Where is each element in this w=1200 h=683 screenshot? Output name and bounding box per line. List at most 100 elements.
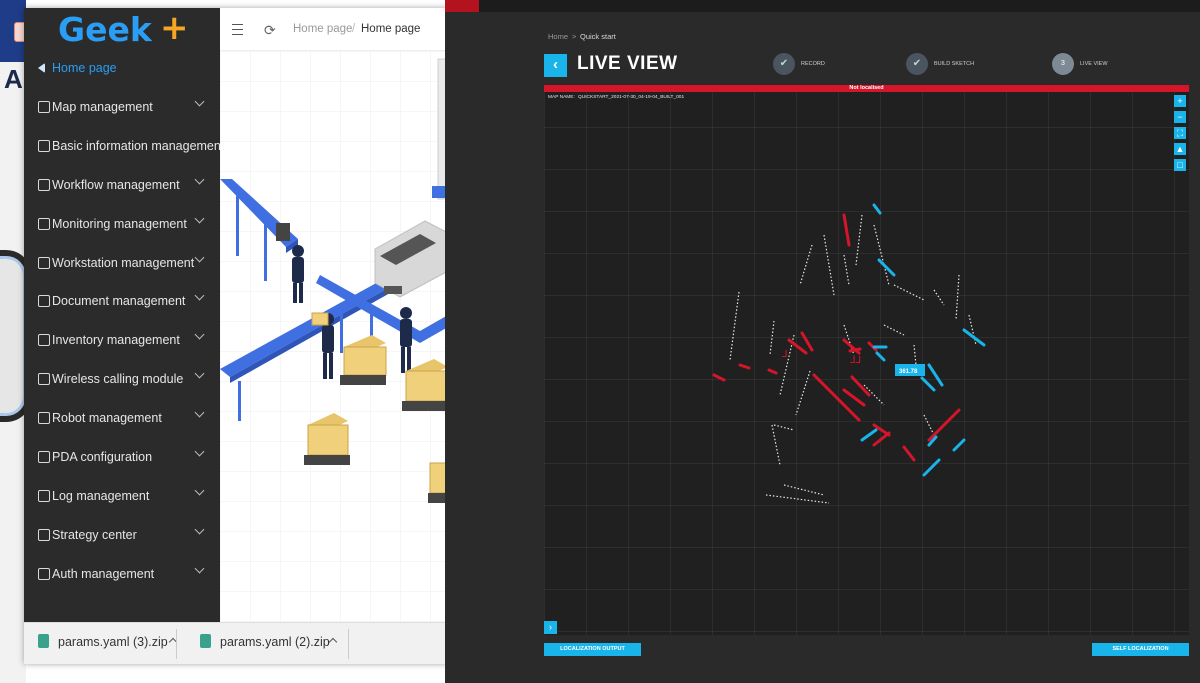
sidebar-item-label: Basic information management	[52, 138, 225, 153]
sidebar-item-home-page[interactable]: Home page	[24, 50, 220, 88]
sidebar-item-document-management[interactable]: Document management	[24, 283, 220, 321]
checkmark-icon: ✔	[906, 53, 928, 75]
sidebar-item-label: Wireless calling module	[52, 372, 184, 387]
chevron-down-icon	[194, 252, 205, 262]
breadcrumb-home[interactable]: Home	[548, 32, 568, 41]
sidebar-item-label: Strategy center	[52, 527, 137, 542]
chevron-down-icon	[194, 329, 205, 340]
sidebar-item-label: Auth management	[52, 566, 155, 581]
user-icon	[38, 567, 50, 580]
background-text-fragment: A	[4, 64, 23, 94]
inventory-icon	[38, 334, 50, 347]
map-name: QUICKSTART_2021-07-30_04-19-04_BUILT_001	[578, 95, 685, 100]
sidebar-item-inventory-management[interactable]: Inventory management	[24, 322, 220, 360]
sidebar-item-label: Workflow management	[52, 177, 180, 192]
svg-text:⅃: ⅃	[782, 349, 788, 360]
sidebar-item-map-management[interactable]: Map management	[24, 89, 220, 127]
warehouse-illustration	[220, 51, 448, 622]
geek-logo[interactable]: Geek +	[24, 8, 220, 50]
back-button[interactable]: ‹	[544, 54, 567, 77]
geek-app-window: Geek + Home page Map management Basic info…	[24, 8, 448, 664]
fit-icon[interactable]: ⛶	[1174, 127, 1186, 139]
breadcrumb-separator: /	[352, 23, 356, 35]
localization-alert: Not localised	[544, 85, 1189, 92]
sidebar-item-log-management[interactable]: Log management	[24, 478, 220, 516]
sidebar-item-label: Map management	[52, 99, 153, 114]
chevron-down-icon	[194, 213, 205, 224]
robot-icon	[38, 412, 50, 425]
logo-plus: +	[160, 8, 189, 48]
select-icon[interactable]: □	[1174, 159, 1186, 171]
sidebar-item-label: Document management	[52, 294, 186, 309]
sidebar-item-wireless-calling-module[interactable]: Wireless calling module	[24, 361, 220, 399]
sidebar-item-robot-management[interactable]: Robot management	[24, 400, 220, 438]
page-title: LIVE VIEW	[577, 53, 678, 74]
download-filename: params.yaml (3).zip	[58, 635, 168, 649]
sidebar-item-label: Monitoring management	[52, 216, 187, 231]
sidebar-item-monitoring-management[interactable]: Monitoring management	[24, 206, 220, 244]
live-view-window: Home > Quick start ‹ LIVE VIEW ✔ RECORD …	[445, 0, 1200, 683]
desktop-icon	[38, 256, 50, 269]
chevron-down-icon	[194, 407, 205, 418]
menu-toggle-icon[interactable]	[232, 24, 243, 35]
chevron-up-icon[interactable]	[328, 637, 338, 647]
breadcrumb-home[interactable]: Home page	[293, 23, 352, 35]
download-item[interactable]: params.yaml (3).zip	[38, 633, 188, 655]
top-bar-accent	[445, 0, 479, 12]
sidebar-item-label: Home page	[52, 61, 117, 75]
sidebar-item-label: PDA configuration	[52, 450, 153, 464]
step-label: BUILD SKETCH	[934, 61, 975, 67]
sidebar-item-basic-information-management[interactable]: Basic information management	[24, 128, 224, 166]
navigate-icon[interactable]: ▲	[1174, 143, 1186, 155]
map-canvas[interactable]: ⅃ ⅃⅃ 361.78 Not localised MAP NAME: QUIC…	[544, 85, 1189, 635]
background-device-image	[0, 250, 26, 422]
step-label: RECORD	[801, 61, 825, 67]
chevron-down-icon	[194, 563, 205, 574]
sidebar-item-pda-configuration[interactable]: PDA configuration	[24, 439, 220, 477]
chevron-left-icon: ‹	[553, 56, 558, 73]
download-bar: params.yaml (3).zip params.yaml (2).zip	[24, 622, 448, 664]
background-window-edge: A	[0, 0, 26, 683]
top-bar: ⟳ Home page / Home page	[220, 8, 448, 51]
sidebar-item-label: Log management	[52, 488, 150, 503]
pda-icon	[38, 451, 50, 463]
monitor-icon	[38, 217, 50, 230]
sidebar-item-label: Workstation management	[52, 255, 195, 270]
step-label: LIVE VIEW	[1080, 61, 1108, 67]
sidebar-item-auth-management[interactable]: Auth management	[24, 556, 220, 594]
svg-text:⅃⅃: ⅃⅃	[850, 355, 861, 366]
sidebar-item-workstation-management[interactable]: Workstation management	[24, 245, 220, 283]
chevron-down-icon	[194, 368, 205, 379]
cube-icon	[38, 139, 50, 152]
sidebar-item-label: Robot management	[52, 411, 162, 426]
zip-file-icon	[200, 634, 211, 648]
breadcrumb-separator: >	[572, 32, 577, 41]
download-item[interactable]: params.yaml (2).zip	[200, 633, 350, 655]
self-localization-button[interactable]: SELF LOCALIZATION	[1092, 643, 1189, 656]
expand-panel-button[interactable]: ›	[544, 621, 557, 634]
logo-text: Geek	[58, 10, 152, 49]
chevron-down-icon	[194, 485, 205, 496]
chevron-right-icon: ›	[549, 622, 552, 632]
divider	[348, 629, 349, 659]
map-name-label: MAP NAME:	[548, 95, 575, 100]
refresh-icon[interactable]: ⟳	[264, 22, 276, 39]
sidebar-item-workflow-management[interactable]: Workflow management	[24, 167, 220, 205]
zoom-out-icon[interactable]: −	[1174, 111, 1186, 123]
chevron-down-icon	[194, 524, 205, 535]
zoom-in-icon[interactable]: +	[1174, 95, 1186, 107]
zip-file-icon	[38, 634, 49, 648]
workflow-icon	[38, 178, 50, 191]
home-icon	[38, 63, 45, 73]
chevron-down-icon	[194, 96, 205, 107]
localization-output-button[interactable]: LOCALIZATION OUTPUT	[544, 643, 641, 656]
checkmark-icon: ✔	[773, 53, 795, 75]
sidebar-item-strategy-center[interactable]: Strategy center	[24, 517, 220, 555]
live-window-top-bar	[445, 0, 1200, 12]
lidar-scan-map: ⅃ ⅃⅃ 361.78	[712, 203, 986, 504]
step-number: 3	[1052, 53, 1074, 75]
document-icon	[38, 295, 50, 308]
wireless-icon	[38, 373, 50, 386]
breadcrumb-current: Home page	[361, 23, 421, 35]
chevron-down-icon	[194, 446, 205, 457]
